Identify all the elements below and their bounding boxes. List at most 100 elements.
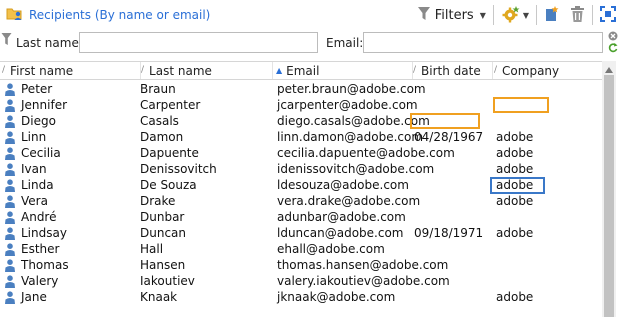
person-icon <box>5 227 15 240</box>
toolbar-separator <box>592 5 593 25</box>
actions-button[interactable]: ▼ <box>501 4 529 26</box>
cell-first: Lindsay <box>21 226 67 240</box>
cell-last: Dapuente <box>140 146 199 160</box>
sort-ascending-icon: ▲ <box>276 66 283 75</box>
email-filter-input[interactable] <box>363 32 603 53</box>
cell-email: diego.casals@adobe.com <box>277 114 430 128</box>
table-row[interactable]: Ivan Denissovitch idenissovitch@adobe.com a… <box>0 161 602 177</box>
cell-highlight-blue <box>490 177 545 194</box>
cell-email: thomas.hansen@adobe.com <box>277 258 449 272</box>
new-item-icon <box>544 5 560 26</box>
cell-last: Hall <box>140 242 164 256</box>
toolbar: Recipients (By name or email) Filters ▼ <box>0 0 630 30</box>
cell-last: Iakoutiev <box>140 274 195 288</box>
cell-first: Linda <box>21 178 54 192</box>
column-header-first-name[interactable]: / First name <box>2 62 144 79</box>
cell-company: adobe <box>496 194 534 208</box>
scrollbar-thumb[interactable] <box>604 75 614 317</box>
cell-last: Braun <box>140 82 176 96</box>
table-row[interactable]: Jane Knaak jknaak@adobe.com adobe <box>0 289 602 305</box>
funnel-icon <box>1 32 12 49</box>
table-row[interactable]: Valery Iakoutiev valery.iakoutiev@adobe.co… <box>0 273 602 289</box>
column-header-last-name[interactable]: / Last name <box>141 62 274 79</box>
person-icon <box>5 131 15 144</box>
last-name-filter-input[interactable] <box>79 32 318 53</box>
cell-first: Cecilia <box>21 146 61 160</box>
person-icon <box>5 99 15 112</box>
list-title: Recipients (By name or email) <box>6 5 210 25</box>
cell-last: Damon <box>140 130 184 144</box>
person-icon <box>5 211 15 224</box>
table-row[interactable]: Esther Hall ehall@adobe.com <box>0 241 602 257</box>
chevron-down-icon: ▼ <box>479 10 486 20</box>
scroll-up-icon[interactable] <box>604 63 614 73</box>
table-row[interactable]: Cecilia Dapuente cecilia.dapuente@adobe.co… <box>0 145 602 161</box>
table-row[interactable]: Lindsay Duncan lduncan@adobe.com 09/18/1971… <box>0 225 602 241</box>
last-name-label: Last name: <box>16 36 83 50</box>
filters-button[interactable]: Filters ▼ <box>417 4 486 26</box>
person-icon <box>5 243 15 256</box>
toolbar-separator <box>492 5 494 25</box>
person-icon <box>5 195 15 208</box>
cell-first: Esther <box>21 242 60 256</box>
cell-first: Jane <box>21 290 47 304</box>
cell-birth: 04/28/1967 <box>414 130 484 144</box>
cell-first: Jennifer <box>21 98 68 112</box>
table-row[interactable]: Vera Drake vera.drake@adobe.com adobe <box>0 193 602 209</box>
cell-last: De Souza <box>140 178 197 192</box>
cell-birth: 09/18/1971 <box>414 226 484 240</box>
table-row[interactable]: Linn Damon linn.damon@adobe.com 04/28/1967 a… <box>0 129 602 145</box>
toolbar-separator <box>536 5 537 25</box>
cell-email: vera.drake@adobe.com <box>277 194 421 208</box>
cell-first: Vera <box>21 194 48 208</box>
email-label: Email: <box>326 36 364 50</box>
delete-button[interactable] <box>570 4 585 26</box>
table-row[interactable]: André Dunbar adunbar@adobe.com <box>0 209 602 225</box>
cell-highlight-orange <box>493 97 549 113</box>
cell-email: linn.damon@adobe.com <box>277 130 424 144</box>
fullscreen-button[interactable] <box>600 4 616 26</box>
new-button[interactable] <box>544 4 560 26</box>
cell-company: adobe <box>496 130 534 144</box>
table-header: / First name / Last name ▲ Email / Birth dat… <box>0 61 602 80</box>
vertical-scrollbar[interactable] <box>602 61 616 317</box>
list-title-text: Recipients (By name or email) <box>29 8 211 22</box>
cell-last: Drake <box>140 194 176 208</box>
cell-first: Thomas <box>21 258 69 272</box>
cell-email: jknaak@adobe.com <box>277 290 396 304</box>
cell-email: valery.iakoutiev@adobe.com <box>277 274 450 288</box>
cell-email: lduncan@adobe.com <box>277 226 404 240</box>
person-icon <box>5 179 15 192</box>
chevron-down-icon: ▼ <box>522 10 529 20</box>
cell-email: cecilia.dapuente@adobe.com <box>277 146 455 160</box>
cell-first: Ivan <box>21 162 47 176</box>
cell-first: André <box>21 210 57 224</box>
cell-company: adobe <box>496 226 534 240</box>
cell-highlight-orange <box>410 113 480 129</box>
filter-bar: Last name: Email: <box>0 30 630 56</box>
cell-last: Denissovitch <box>140 162 217 176</box>
table-row[interactable]: Thomas Hansen thomas.hansen@adobe.com <box>0 257 602 273</box>
person-icon <box>5 115 15 128</box>
cell-email: idenissovitch@adobe.com <box>277 162 435 176</box>
refresh-icon[interactable] <box>608 42 618 56</box>
cell-company: adobe <box>496 146 534 160</box>
cell-company: adobe <box>496 162 534 176</box>
table-row[interactable]: Peter Braun peter.braun@adobe.com <box>0 81 602 97</box>
cell-last: Carpenter <box>140 98 201 112</box>
column-header-email[interactable]: ▲ Email <box>276 62 414 79</box>
cell-first: Linn <box>21 130 47 144</box>
cell-company: adobe <box>496 290 534 304</box>
cell-last: Knaak <box>140 290 178 304</box>
column-header-birth-date[interactable]: / Birth date <box>413 62 493 79</box>
person-icon <box>5 259 15 272</box>
table-row[interactable]: Diego Casals diego.casals@adobe.com <box>0 113 602 129</box>
column-header-company[interactable]: / Company <box>494 62 594 79</box>
cell-first: Diego <box>21 114 56 128</box>
cell-first: Valery <box>21 274 59 288</box>
trash-icon <box>570 5 585 26</box>
funnel-icon <box>417 6 431 25</box>
folder-person-icon <box>6 6 24 24</box>
filters-label: Filters <box>434 7 474 23</box>
person-icon <box>5 291 15 304</box>
